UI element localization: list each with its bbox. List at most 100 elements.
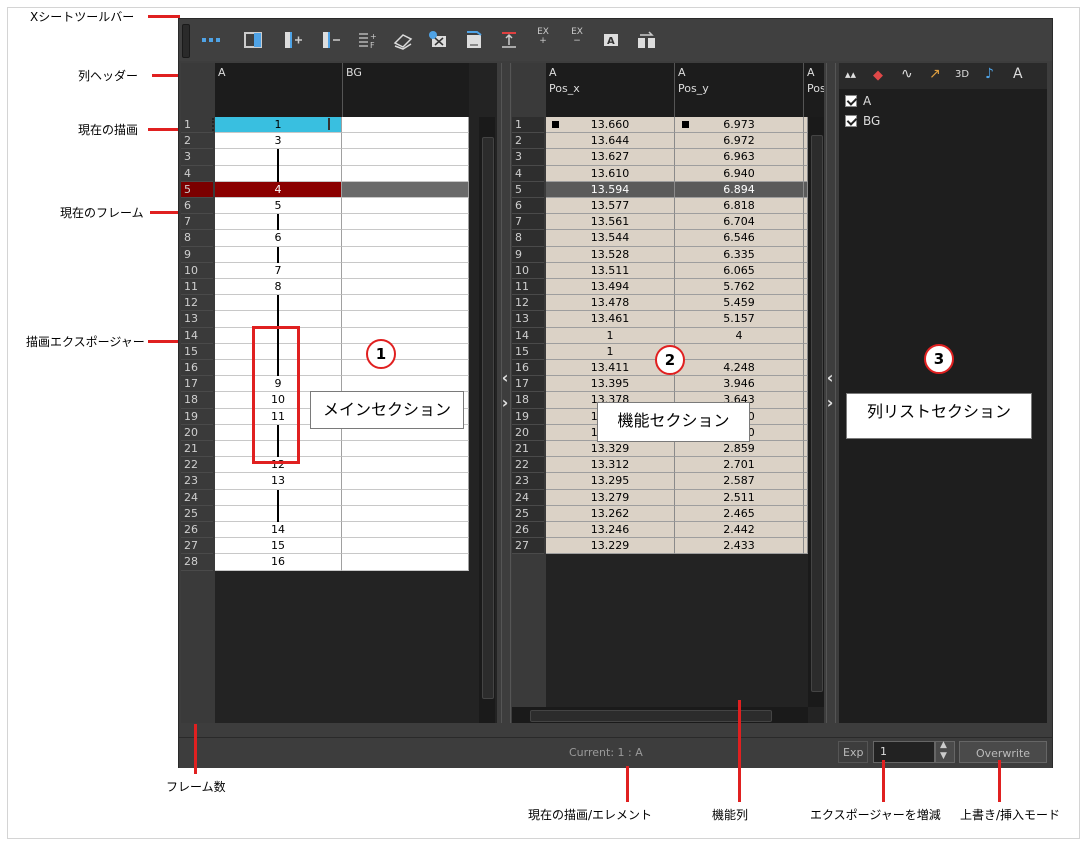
cell-bg[interactable] bbox=[342, 181, 469, 198]
frame-number[interactable]: 22 bbox=[181, 457, 213, 474]
frame-number[interactable]: 23 bbox=[181, 473, 213, 490]
pos-y-cell[interactable]: 6.704 bbox=[675, 214, 804, 231]
pos-x-cell[interactable]: 13.329 bbox=[546, 441, 675, 458]
main-vertical-scrollbar[interactable] bbox=[479, 117, 495, 723]
cell-bg[interactable] bbox=[342, 489, 469, 506]
pos-y-cell[interactable]: 4 bbox=[675, 327, 804, 344]
frame-number[interactable]: 8 bbox=[512, 230, 544, 247]
frame-number[interactable]: 14 bbox=[512, 327, 544, 344]
cell-bg[interactable] bbox=[342, 538, 469, 555]
function-horizontal-scrollbar[interactable] bbox=[512, 707, 808, 723]
pos-x-cell[interactable]: 13.627 bbox=[546, 149, 675, 166]
frame-number[interactable]: 12 bbox=[512, 295, 544, 312]
cell-a[interactable]: 14 bbox=[215, 522, 342, 539]
frame-number[interactable]: 1 bbox=[181, 117, 213, 134]
pos-x-cell[interactable]: 13.246 bbox=[546, 522, 675, 539]
pos-x-cell[interactable]: 13.312 bbox=[546, 457, 675, 474]
frame-number[interactable]: 26 bbox=[181, 522, 213, 539]
cell-bg[interactable] bbox=[342, 311, 469, 328]
pos-y-cell[interactable]: 6.894 bbox=[675, 181, 804, 198]
cell-a[interactable]: 15 bbox=[215, 538, 342, 555]
cell-bg[interactable] bbox=[342, 295, 469, 312]
frame-number[interactable]: 27 bbox=[512, 538, 544, 555]
cell-a[interactable]: 16 bbox=[215, 554, 342, 571]
cell-bg[interactable] bbox=[342, 505, 469, 522]
frame-number[interactable]: 10 bbox=[512, 262, 544, 279]
pos-x-cell[interactable]: 13.279 bbox=[546, 489, 675, 506]
pos-x-cell[interactable]: 13.644 bbox=[546, 133, 675, 150]
frame-number[interactable]: 11 bbox=[512, 279, 544, 296]
toggle-panel-icon[interactable] bbox=[241, 28, 265, 52]
cell-bg[interactable] bbox=[342, 554, 469, 571]
pos-x-cell[interactable]: 13.544 bbox=[546, 230, 675, 247]
frame-number[interactable]: 16 bbox=[512, 360, 544, 377]
pos-x-cell[interactable]: 13.478 bbox=[546, 295, 675, 312]
remove-column-icon[interactable] bbox=[319, 28, 343, 52]
cell-bg[interactable] bbox=[342, 343, 469, 360]
frame-number[interactable]: 19 bbox=[512, 408, 544, 425]
toolbar-grip[interactable] bbox=[182, 24, 190, 58]
frame-number[interactable]: 5 bbox=[181, 181, 213, 198]
splitter-function-list[interactable]: ‹ › bbox=[826, 63, 836, 723]
pos-y-cell[interactable] bbox=[675, 343, 804, 360]
pos-x-cell[interactable]: 13.295 bbox=[546, 473, 675, 490]
pos-y-cell[interactable]: 6.972 bbox=[675, 133, 804, 150]
pos-x-cell[interactable]: 13.577 bbox=[546, 198, 675, 215]
collapse-list-left-icon[interactable]: ‹ bbox=[823, 368, 837, 387]
drag-handle-icon[interactable] bbox=[212, 118, 218, 131]
pos-x-cell[interactable]: 1 bbox=[546, 327, 675, 344]
frame-number[interactable]: 2 bbox=[512, 133, 544, 150]
cell-bg[interactable] bbox=[342, 522, 469, 539]
pos-y-cell[interactable]: 2.587 bbox=[675, 473, 804, 490]
cell-bg[interactable] bbox=[342, 473, 469, 490]
pos-y-cell[interactable]: 2.442 bbox=[675, 522, 804, 539]
current-drawing-cell[interactable]: 1 bbox=[215, 117, 342, 134]
pos-x-cell[interactable]: 13.660 bbox=[546, 117, 675, 134]
text-icon[interactable]: A bbox=[599, 28, 623, 52]
sound-tab-icon[interactable]: ♪ bbox=[985, 66, 994, 82]
frame-number[interactable]: 13 bbox=[512, 311, 544, 328]
checkbox-a[interactable] bbox=[845, 95, 857, 107]
import-icon[interactable] bbox=[462, 28, 486, 52]
function-hscroll-thumb[interactable] bbox=[530, 710, 772, 722]
pos-y-cell[interactable]: 6.973 bbox=[675, 117, 804, 134]
collapse-left-icon[interactable]: ‹ bbox=[498, 368, 512, 387]
function-header-pos-x[interactable]: A Pos_x bbox=[546, 63, 675, 117]
3d-tab-label[interactable]: 3D bbox=[955, 69, 969, 80]
cell-a[interactable]: 7 bbox=[215, 262, 342, 279]
function-scroll-thumb[interactable] bbox=[811, 135, 823, 692]
pos-y-cell[interactable]: 6.940 bbox=[675, 165, 804, 182]
annotation-tab-icon[interactable]: A bbox=[1013, 66, 1023, 82]
cell-a[interactable]: 6 bbox=[215, 230, 342, 247]
column-header-bg[interactable]: BG bbox=[343, 63, 469, 117]
pos-y-cell[interactable]: 2.433 bbox=[675, 538, 804, 555]
pos-y-cell[interactable]: 2.859 bbox=[675, 441, 804, 458]
splitter-main-function[interactable]: ‹ › bbox=[501, 63, 511, 723]
frame-number[interactable]: 15 bbox=[512, 343, 544, 360]
cell-bg[interactable] bbox=[342, 165, 469, 182]
cell-a[interactable]: 4 bbox=[215, 181, 342, 198]
pos-x-cell[interactable]: 13.610 bbox=[546, 165, 675, 182]
frame-number[interactable]: 16 bbox=[181, 360, 213, 377]
frame-number[interactable]: 10 bbox=[181, 263, 213, 279]
pos-x-cell[interactable]: 13.494 bbox=[546, 279, 675, 296]
frame-number[interactable]: 6 bbox=[512, 198, 544, 215]
column-list-item-a[interactable]: A bbox=[839, 93, 1047, 109]
extend-exposure-icon[interactable] bbox=[328, 118, 330, 130]
frame-number[interactable]: 3 bbox=[512, 149, 544, 166]
column-header-a[interactable]: A bbox=[215, 63, 343, 117]
frame-number[interactable]: 28 bbox=[181, 554, 213, 571]
pos-y-cell[interactable]: 6.818 bbox=[675, 198, 804, 215]
frame-number[interactable]: 15 bbox=[181, 344, 213, 360]
cell-bg[interactable] bbox=[342, 117, 469, 134]
frame-number[interactable]: 4 bbox=[512, 165, 544, 182]
cell-bg[interactable] bbox=[342, 457, 469, 474]
frame-number[interactable]: 24 bbox=[181, 490, 213, 506]
cell-bg[interactable] bbox=[342, 279, 469, 296]
frame-number[interactable]: 6 bbox=[181, 198, 213, 215]
pos-y-cell[interactable]: 2.701 bbox=[675, 457, 804, 474]
cell-a[interactable]: 3 bbox=[215, 133, 342, 150]
cell-a[interactable]: 5 bbox=[215, 198, 342, 215]
pos-x-cell[interactable]: 13.395 bbox=[546, 376, 675, 393]
function-header-pos[interactable]: A Pos bbox=[804, 63, 824, 117]
